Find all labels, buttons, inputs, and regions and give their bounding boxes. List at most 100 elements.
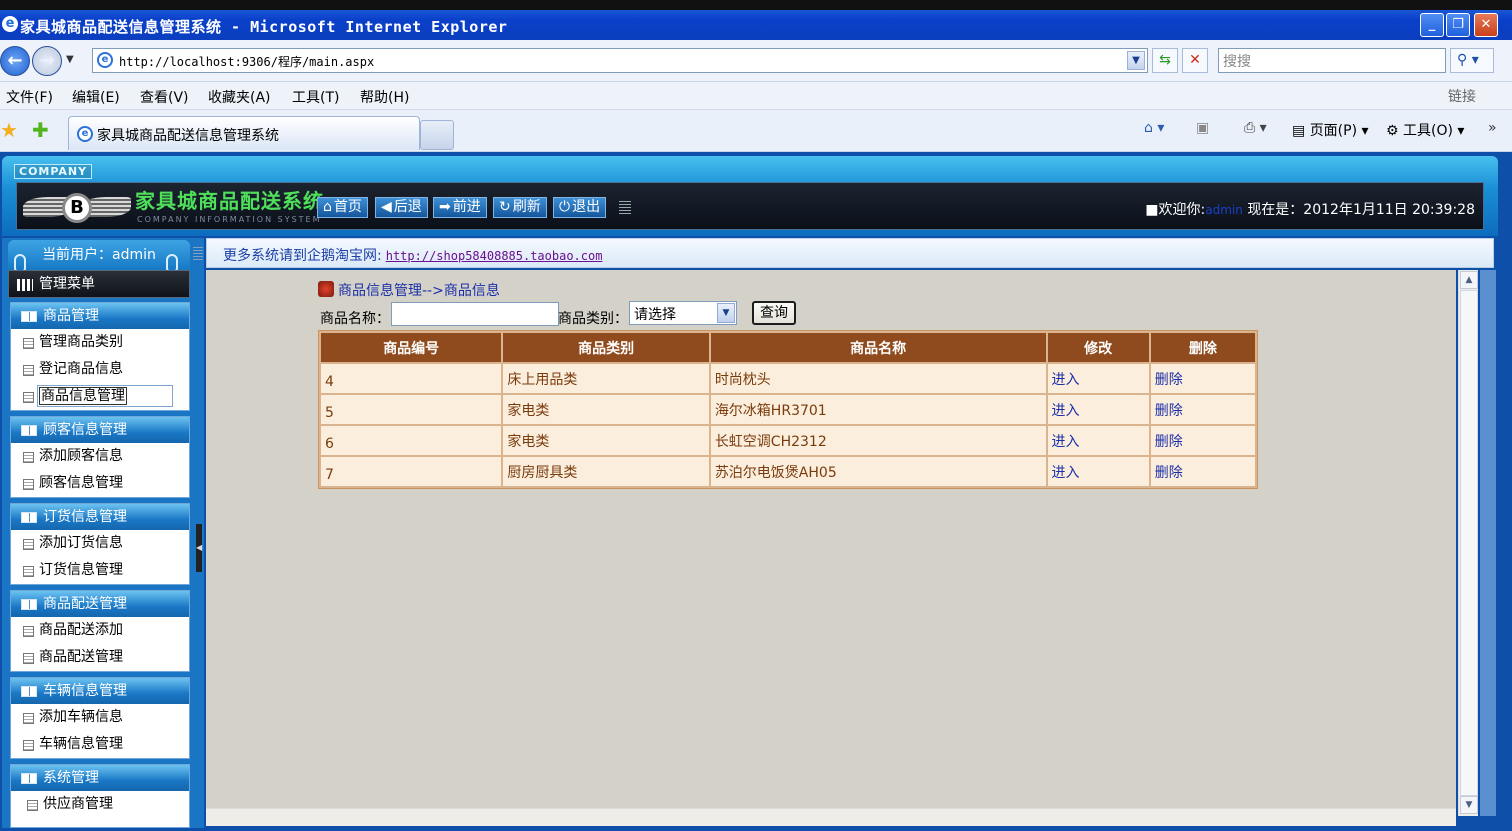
menu-file[interactable]: 文件(F) <box>6 87 53 107</box>
tab-bar: ★ ✚ e 家具城商品配送信息管理系统 ⌂ ▾ ▣ ⎙ ▾ ▤ 页面(P) ▾ … <box>0 110 1512 152</box>
sidebar-section-header[interactable]: 订货信息管理 <box>11 504 189 530</box>
page-area: COMPANY B 家具城商品配送系统 COMPANY INFORMATION … <box>0 152 1512 831</box>
tab-current[interactable]: e 家具城商品配送信息管理系统 <box>68 116 420 150</box>
table-row: 7 厨房厨具类 苏泊尔电饭煲AH05 进入 删除 <box>321 457 1255 486</box>
menu-help[interactable]: 帮助(H) <box>360 87 409 107</box>
sidebar-item-label: 商品配送管理 <box>39 649 123 665</box>
back-button[interactable]: ← <box>0 46 30 76</box>
favorites-star-icon[interactable]: ★ <box>0 118 18 142</box>
url-dropdown-icon[interactable]: ▼ <box>1127 51 1145 70</box>
menu-view[interactable]: 查看(V) <box>140 87 189 107</box>
vertical-scrollbar[interactable]: ▲ ▼ <box>1458 270 1478 816</box>
cell-id: 5 <box>321 395 502 424</box>
notice-link[interactable]: http://shop58408885.taobao.com <box>386 249 603 263</box>
document-icon <box>23 365 34 376</box>
more-chevron-icon[interactable]: » <box>1488 120 1497 136</box>
feeds-icon[interactable]: ▣ <box>1196 120 1209 136</box>
table-row: 4 床上用品类 时尚枕头 进入 删除 <box>321 364 1255 393</box>
sidebar-item-customer-manage[interactable]: 顾客信息管理 <box>11 470 189 497</box>
sidebar-item-delivery-manage[interactable]: 商品配送管理 <box>11 644 189 671</box>
nav-home-button[interactable]: ⌂ 首页 <box>317 197 368 218</box>
delete-link[interactable]: 删除 <box>1155 372 1183 388</box>
col-delete: 删除 <box>1150 333 1255 362</box>
sidebar-item-label: 添加车辆信息 <box>39 709 123 725</box>
scroll-up-icon[interactable]: ▲ <box>1460 271 1478 289</box>
current-user-bar: 当前用户：admin <box>8 240 190 274</box>
col-id: 商品编号 <box>321 333 502 362</box>
stop-button[interactable]: ✕ <box>1182 48 1208 73</box>
sidebar-item-register-goods[interactable]: 登记商品信息 <box>11 356 189 383</box>
sidebar-section-order: 订货信息管理 添加订货信息 订货信息管理 <box>10 503 190 585</box>
ie-icon: e <box>2 16 18 32</box>
sidebar-item-label: 登记商品信息 <box>39 361 123 377</box>
tools-menu-label: 工具(O) <box>1403 123 1453 139</box>
nav-forward-button[interactable]: ➡ 前进 <box>433 197 487 218</box>
refresh-icon: ⇆ <box>1159 52 1171 68</box>
sidebar-splitter[interactable]: ◀ <box>196 238 204 828</box>
links-toolbar[interactable]: 链接 <box>1448 86 1476 106</box>
sidebar-section-header[interactable]: 顾客信息管理 <box>11 417 189 443</box>
page-menu-label: 页面(P) <box>1309 123 1358 139</box>
delete-link[interactable]: 删除 <box>1155 465 1183 481</box>
query-button[interactable]: 查询 <box>752 301 796 325</box>
collapse-grip-icon[interactable]: ◀ <box>196 524 202 572</box>
sidebar-item-order-manage[interactable]: 订货信息管理 <box>11 557 189 584</box>
menu-tools[interactable]: 工具(T) <box>292 87 339 107</box>
scrollbar-thumb[interactable] <box>1460 290 1478 796</box>
sidebar-item-add-order[interactable]: 添加订货信息 <box>11 530 189 557</box>
title-bar: e 家具城商品配送信息管理系统 - Microsoft Internet Exp… <box>0 0 1512 40</box>
browser-window: e 家具城商品配送信息管理系统 - Microsoft Internet Exp… <box>0 0 1512 831</box>
sidebar-section-header[interactable]: 商品管理 <box>11 303 189 329</box>
edit-link[interactable]: 进入 <box>1052 372 1080 388</box>
edit-link[interactable]: 进入 <box>1052 434 1080 450</box>
sidebar-item-manage-category[interactable]: 管理商品类别 <box>11 329 189 356</box>
sidebar-item-goods-manage[interactable]: 商品信息管理 <box>11 383 189 410</box>
search-input[interactable]: 搜搜 <box>1218 48 1446 73</box>
add-favorite-icon[interactable]: ✚ <box>32 118 49 142</box>
menu-favorites[interactable]: 收藏夹(A) <box>208 87 271 107</box>
forward-button[interactable]: → <box>32 46 62 76</box>
gear-icon: ⚙ <box>1386 123 1399 139</box>
delete-link[interactable]: 删除 <box>1155 403 1183 419</box>
document-icon <box>23 713 34 724</box>
edit-link[interactable]: 进入 <box>1052 465 1080 481</box>
book-icon <box>21 773 37 784</box>
menu-edit[interactable]: 编辑(E) <box>72 87 120 107</box>
sidebar-section-header[interactable]: 车辆信息管理 <box>11 678 189 704</box>
url-field[interactable]: e http://localhost:9306/程序/main.aspx ▼ <box>92 48 1148 73</box>
nav-logout-button[interactable]: ⏻ 退出 <box>553 197 607 218</box>
sidebar-item-vehicle-manage[interactable]: 车辆信息管理 <box>11 731 189 758</box>
main-content: 商品信息管理-->商品信息 商品名称： 商品类别： 请选择 ▼ 查询 商品编号 … <box>206 270 1456 810</box>
home-icon[interactable]: ⌂ ▾ <box>1144 120 1164 136</box>
new-tab-button[interactable] <box>420 120 454 150</box>
horizontal-scrollbar[interactable] <box>206 808 1456 826</box>
search-button[interactable]: ⚲ ▾ <box>1450 48 1494 73</box>
sidebar-section-header[interactable]: 系统管理 <box>11 765 189 791</box>
scroll-down-icon[interactable]: ▼ <box>1460 796 1478 814</box>
name-input[interactable] <box>391 302 559 326</box>
nav-back-button[interactable]: ◀ 后退 <box>375 197 428 218</box>
sidebar-item-add-vehicle[interactable]: 添加车辆信息 <box>11 704 189 731</box>
document-icon <box>27 800 38 811</box>
close-button[interactable]: ✕ <box>1474 13 1498 37</box>
minimize-button[interactable]: _ <box>1420 13 1444 37</box>
refresh-button[interactable]: ⇆ <box>1152 48 1178 73</box>
history-dropdown-icon[interactable]: ▼ <box>66 54 74 65</box>
tools-menu[interactable]: ⚙ 工具(O) ▾ <box>1386 120 1464 140</box>
sidebar-item-add-delivery[interactable]: 商品配送添加 <box>11 617 189 644</box>
sidebar-item-add-customer[interactable]: 添加顾客信息 <box>11 443 189 470</box>
sidebar-item-supplier-manage[interactable]: 供应商管理 <box>11 791 189 818</box>
nav-forward-label: 前进 <box>452 199 481 215</box>
edit-link[interactable]: 进入 <box>1052 403 1080 419</box>
home-icon: ⌂ <box>323 199 332 215</box>
page-menu[interactable]: ▤ 页面(P) ▾ <box>1292 120 1369 140</box>
sidebar-section-delivery: 商品配送管理 商品配送添加 商品配送管理 <box>10 590 190 672</box>
print-icon[interactable]: ⎙ ▾ <box>1244 120 1267 136</box>
delete-link[interactable]: 删除 <box>1155 434 1183 450</box>
nav-refresh-button[interactable]: ↻ 刷新 <box>493 197 547 218</box>
maximize-button[interactable]: ❐ <box>1446 13 1470 37</box>
section-title: 商品配送管理 <box>43 596 127 612</box>
breadcrumb: 商品信息管理-->商品信息 <box>318 280 500 300</box>
sidebar-section-header[interactable]: 商品配送管理 <box>11 591 189 617</box>
category-select[interactable]: 请选择 ▼ <box>629 301 737 325</box>
